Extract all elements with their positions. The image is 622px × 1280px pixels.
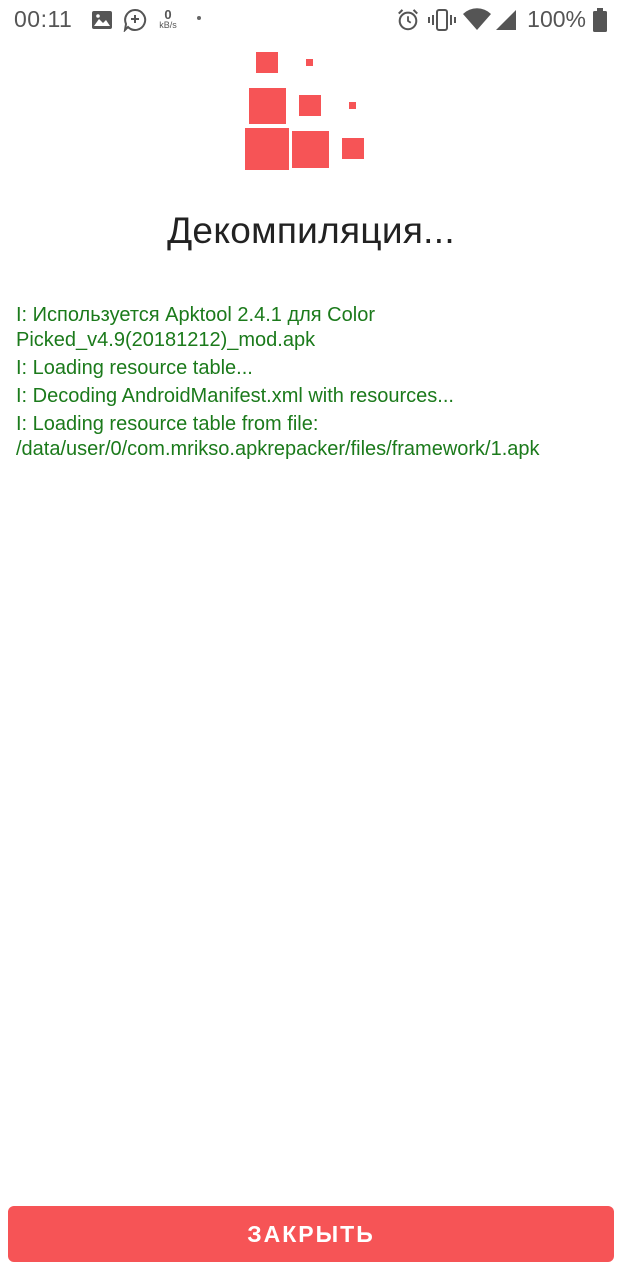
log-line: I: Decoding AndroidManifest.xml with res… xyxy=(16,385,454,407)
log-line: I: Используется Apktool 2.4.1 для Color … xyxy=(16,304,375,351)
log-line: I: Loading resource table from file: /da… xyxy=(16,413,540,460)
log-line: I: Loading resource table... xyxy=(16,357,253,379)
log-output: I: Используется Apktool 2.4.1 для Color … xyxy=(16,303,608,465)
close-button[interactable]: ЗАКРЫТЬ xyxy=(8,1206,614,1262)
app-logo xyxy=(245,52,364,170)
page-title: Декомпиляция... xyxy=(167,210,455,251)
